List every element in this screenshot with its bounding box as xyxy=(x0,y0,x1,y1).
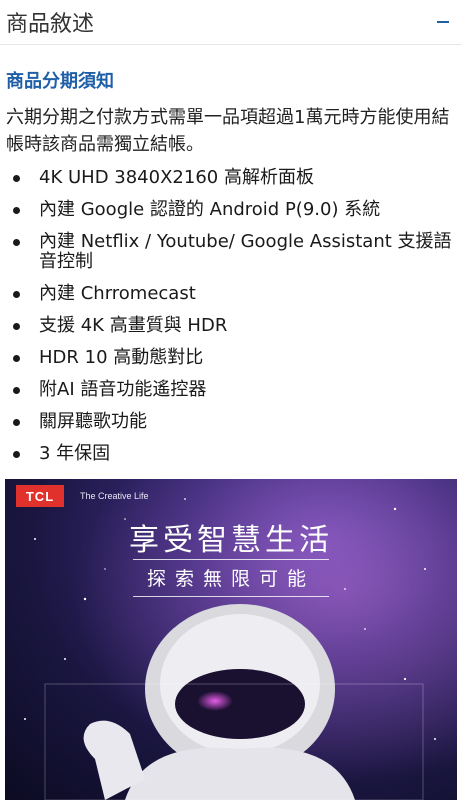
bullet-icon xyxy=(13,207,20,214)
list-item: 內建 Google 認證的 Android P(9.0) 系統 xyxy=(0,200,462,220)
list-item: 內建 Chrromecast xyxy=(0,284,462,304)
bullet-icon xyxy=(13,355,20,362)
list-item: 支援 4K 高畫質與 HDR xyxy=(0,316,462,336)
product-banner-image: TCL The Creative Life 享受智慧生活 探索無限可能 xyxy=(5,479,457,800)
section-header[interactable]: 商品敘述 xyxy=(0,0,462,45)
feature-list: 4K UHD 3840X2160 高解析面板 內建 Google 認證的 And… xyxy=(0,168,462,476)
bullet-icon xyxy=(13,387,20,394)
list-item: 4K UHD 3840X2160 高解析面板 xyxy=(0,168,462,188)
minus-icon[interactable] xyxy=(432,11,454,33)
list-item: 關屏聽歌功能 xyxy=(0,412,462,432)
tcl-logo: TCL xyxy=(16,485,64,507)
list-item: 內建 Netflix / Youtube/ Google Assistant 支… xyxy=(0,232,462,272)
bullet-icon xyxy=(13,239,20,246)
section-title: 商品敘述 xyxy=(6,12,95,37)
bullet-icon xyxy=(13,419,20,426)
banner-headline: 享受智慧生活 xyxy=(129,523,333,558)
banner-subheadline-box: 探索無限可能 xyxy=(133,559,329,597)
banner-subheadline: 探索無限可能 xyxy=(146,568,315,590)
list-item: 附AI 語音功能遙控器 xyxy=(0,380,462,400)
bullet-icon xyxy=(13,451,20,458)
list-item: 3 年保固 xyxy=(0,444,462,464)
brand-tagline: The Creative Life xyxy=(80,491,149,501)
bullet-icon xyxy=(13,291,20,298)
brand-row: TCL The Creative Life xyxy=(16,485,149,507)
installment-notice-body: 六期分期之付款方式需單一品項超過1萬元時方能使用結帳時該商品需獨立結帳。 xyxy=(6,107,450,155)
list-item: HDR 10 高動態對比 xyxy=(0,348,462,368)
bullet-icon xyxy=(13,323,20,330)
bullet-icon xyxy=(13,175,20,182)
installment-notice-title: 商品分期須知 xyxy=(6,71,114,92)
